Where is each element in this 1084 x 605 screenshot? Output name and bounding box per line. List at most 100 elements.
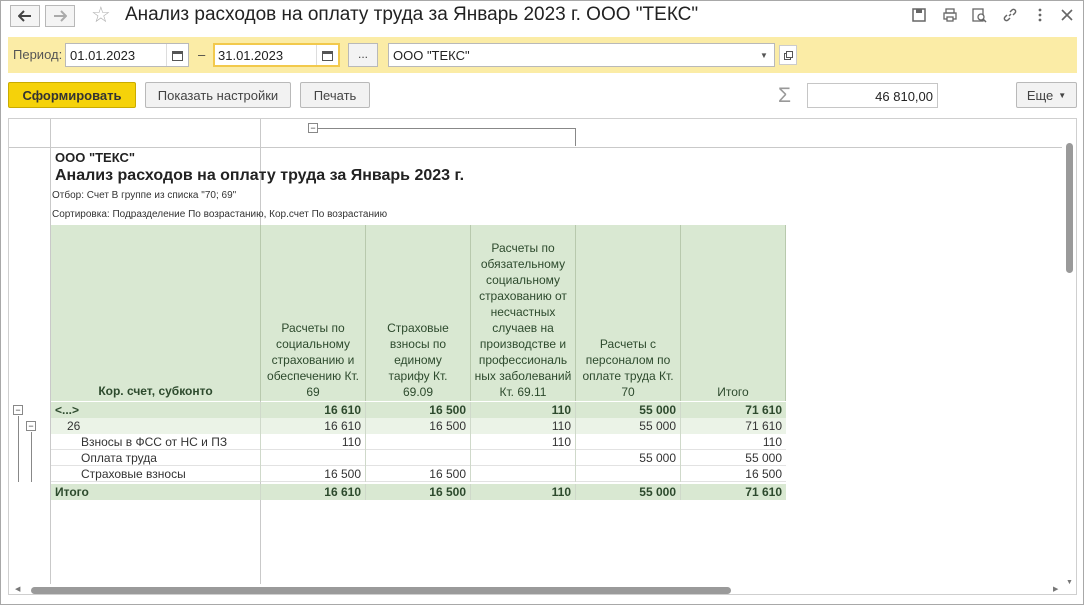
calendar-icon[interactable] xyxy=(316,45,338,65)
date-to-field[interactable]: 31.01.2023 xyxy=(213,43,340,67)
scrollbar-thumb[interactable] xyxy=(1066,143,1073,273)
sum-icon: Σ xyxy=(778,84,791,107)
table-cell: 55 000 xyxy=(576,418,681,434)
row-group-line xyxy=(18,416,19,482)
save-icon[interactable] xyxy=(910,6,928,24)
table-cell: 16 610 xyxy=(261,484,366,500)
vertical-scrollbar[interactable]: ▼ xyxy=(1064,143,1076,588)
table-cell: 110 xyxy=(471,434,576,450)
table-cell xyxy=(576,434,681,450)
dropdown-arrow-icon[interactable]: ▼ xyxy=(754,44,774,66)
parameters-bar: Период: 01.01.2023 – 31.01.2023 ... ООО … xyxy=(8,37,1077,73)
table-cell: 110 xyxy=(762,435,782,449)
table-cell: 16 500 xyxy=(366,402,471,418)
table-cell xyxy=(471,466,576,482)
window-title: Анализ расходов на оплату труда за Январ… xyxy=(125,4,699,25)
open-organization-icon[interactable] xyxy=(779,45,797,65)
row-group-collapse-icon[interactable]: − xyxy=(26,421,36,431)
more-label: Еще xyxy=(1026,87,1054,103)
row-label: <...> xyxy=(51,402,261,418)
column-header: Расчеты по обязательному социальному стр… xyxy=(471,225,576,401)
gridline xyxy=(9,147,1062,148)
report-organization: ООО "ТЕКС" xyxy=(55,150,136,165)
organization-field[interactable]: ООО "ТЕКС" ▼ xyxy=(388,43,775,67)
table-cell: 71 610 xyxy=(745,403,782,417)
table-row[interactable]: Оплата труда 55 000 55 000 xyxy=(51,450,786,466)
row-label: Страховые взносы xyxy=(51,466,261,482)
print-icon[interactable] xyxy=(941,6,959,24)
table-row[interactable]: <...> 16 610 16 500 110 55 000 71 610 xyxy=(51,402,786,418)
table-cell: 110 xyxy=(471,402,576,418)
row-group-collapse-icon[interactable]: − xyxy=(13,405,23,415)
horizontal-scrollbar[interactable]: ◀ ▶ xyxy=(15,585,1061,594)
scroll-left-icon[interactable]: ◀ xyxy=(15,585,20,593)
column-header: Расчеты по социальному страхованию и обе… xyxy=(261,225,366,401)
table-row-total[interactable]: Итого 16 610 16 500 110 55 000 71 610 xyxy=(51,484,786,500)
table-cell: 16 500 xyxy=(366,418,471,434)
report-sorting: Сортировка: Подразделение По возрастанию… xyxy=(52,209,388,220)
table-cell: 110 xyxy=(471,418,576,434)
date-separator: – xyxy=(198,47,206,62)
table-cell: 55 000 xyxy=(576,450,681,466)
column-header: Страховые взносы по единому тарифу Кт. 6… xyxy=(366,225,471,401)
row-label: Взносы в ФСС от НС и ПЗ xyxy=(51,434,261,450)
table-row[interactable]: Взносы в ФСС от НС и ПЗ 110 110 110 xyxy=(51,434,786,450)
link-icon[interactable] xyxy=(1001,6,1019,24)
column-header: Итого xyxy=(681,225,786,401)
period-label: Период: xyxy=(13,47,63,62)
close-icon[interactable] xyxy=(1058,6,1076,24)
table-cell: 16 610 xyxy=(261,418,366,434)
column-group-line xyxy=(318,128,576,129)
column-header: Расчеты с персоналом по оплате труда Кт.… xyxy=(576,225,681,401)
column-header: Кор. счет, субконто xyxy=(51,225,261,401)
row-label: Оплата труда xyxy=(51,450,261,466)
print-button[interactable]: Печать xyxy=(300,82,370,108)
table-cell xyxy=(471,450,576,466)
row-group-line xyxy=(31,432,32,482)
table-cell: 71 610 xyxy=(745,485,782,499)
table-cell: 55 000 xyxy=(745,451,782,465)
table-cell: 16 500 xyxy=(261,466,366,482)
table-cell: 16 610 xyxy=(261,402,366,418)
preview-icon[interactable] xyxy=(970,6,988,24)
table-row[interactable]: 26 16 610 16 500 110 55 000 71 610 xyxy=(51,418,786,434)
show-settings-button[interactable]: Показать настройки xyxy=(145,82,291,108)
table-cell: 110 xyxy=(471,484,576,500)
date-from-field[interactable]: 01.01.2023 xyxy=(65,43,189,67)
column-group-collapse-icon[interactable]: − xyxy=(308,123,318,133)
back-button[interactable] xyxy=(10,5,40,27)
select-period-button[interactable]: ... xyxy=(348,43,378,67)
table-cell xyxy=(366,434,471,450)
calendar-icon[interactable] xyxy=(166,44,188,66)
row-label: 26 xyxy=(51,418,261,434)
forward-button[interactable] xyxy=(45,5,75,27)
table-cell: 16 500 xyxy=(745,467,782,481)
arrow-right-icon xyxy=(54,10,67,22)
table-cell: 55 000 xyxy=(576,402,681,418)
table-cell: 110 xyxy=(261,434,366,450)
title-bar: ☆ Анализ расходов на оплату труда за Янв… xyxy=(1,1,1083,33)
scroll-right-icon[interactable]: ▶ xyxy=(1053,585,1058,593)
row-label: Итого xyxy=(51,484,261,500)
table-cell: 16 500 xyxy=(366,466,471,482)
scrollbar-thumb[interactable] xyxy=(31,587,731,594)
table-cell xyxy=(366,450,471,466)
report-window: ☆ Анализ расходов на оплату труда за Янв… xyxy=(0,0,1084,605)
generate-button[interactable]: Сформировать xyxy=(8,82,136,108)
more-button[interactable]: Еще ▼ xyxy=(1016,82,1077,108)
more-vert-icon[interactable] xyxy=(1031,6,1049,24)
chevron-down-icon: ▼ xyxy=(1058,90,1067,100)
report-filter: Отбор: Счет В группе из списка "70; 69" xyxy=(52,190,237,201)
scroll-down-icon[interactable]: ▼ xyxy=(1066,579,1073,586)
column-group-line xyxy=(575,128,576,146)
organization-value: ООО "ТЕКС" xyxy=(393,48,470,63)
report-spreadsheet[interactable]: − ООО "ТЕКС" Анализ расходов на оплату т… xyxy=(8,118,1077,595)
table-cell xyxy=(261,450,366,466)
date-to-value: 31.01.2023 xyxy=(218,48,284,63)
date-from-value: 01.01.2023 xyxy=(70,48,136,63)
table-cell: 55 000 xyxy=(576,484,681,500)
selected-sum-field: 46 810,00 xyxy=(807,83,938,108)
table-cell: 71 610 xyxy=(745,419,782,433)
favorite-star-icon[interactable]: ☆ xyxy=(91,4,111,26)
table-row[interactable]: Страховые взносы 16 500 16 500 16 500 xyxy=(51,466,786,482)
